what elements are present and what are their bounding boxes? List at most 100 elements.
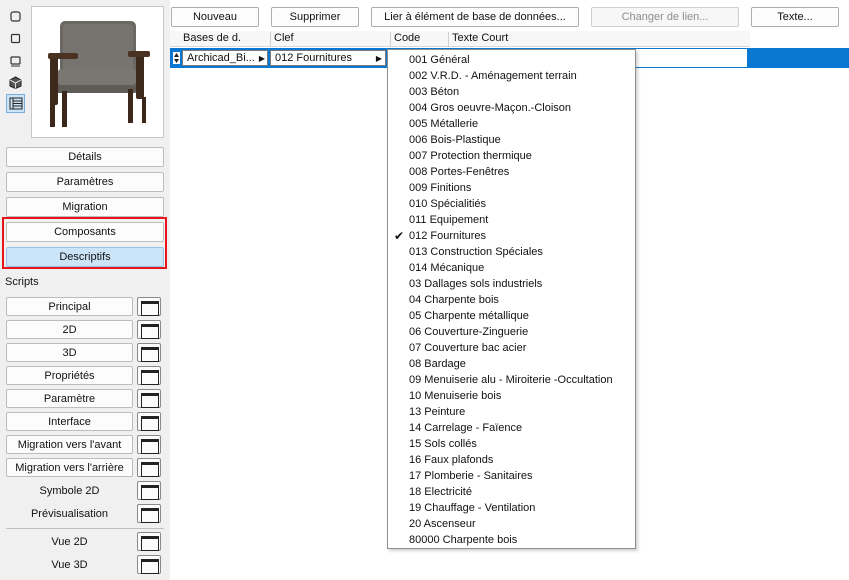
menu-item[interactable]: 007 Protection thermique [388, 148, 635, 164]
window-icon[interactable] [137, 343, 161, 362]
object-preview [31, 6, 164, 138]
column-header-short-text[interactable]: Texte Court [448, 32, 508, 47]
key-value: 012 Fournitures [275, 52, 353, 64]
menu-item[interactable]: 10 Menuiserie bois [388, 388, 635, 404]
script-2d-button[interactable]: 2D [6, 320, 133, 339]
menu-item-label: 003 Béton [409, 86, 460, 98]
change-link-button: Changer de lien... [591, 7, 739, 27]
database-value: Archicad_Bi... [187, 52, 255, 64]
menu-item[interactable]: 09 Menuiserie alu - Miroiterie -Occultat… [388, 372, 635, 388]
model-3d-icon[interactable] [6, 51, 25, 70]
scripts-label: Scripts [5, 276, 39, 288]
window-icon[interactable] [137, 366, 161, 385]
migration-button[interactable]: Migration [6, 197, 164, 217]
window-icon[interactable] [137, 504, 161, 523]
view-2d-label: Vue 2D [51, 535, 88, 548]
menu-item[interactable]: 03 Dallages sols industriels [388, 276, 635, 292]
column-header-code[interactable]: Code [390, 32, 420, 47]
chevron-right-icon: ▶ [258, 53, 265, 63]
window-icon[interactable] [137, 435, 161, 454]
menu-item[interactable]: 009 Finitions [388, 180, 635, 196]
menu-item-label: 007 Protection thermique [409, 150, 532, 162]
menu-item[interactable]: 15 Sols collés [388, 436, 635, 452]
menu-item[interactable]: 002 V.R.D. - Aménagement terrain [388, 68, 635, 84]
window-icon[interactable] [137, 481, 161, 500]
select-outline-icon[interactable] [6, 7, 25, 26]
menu-item[interactable]: 18 Electricité [388, 484, 635, 500]
menu-item[interactable]: 19 Chauffage - Ventilation [388, 500, 635, 516]
divider [6, 528, 164, 529]
column-header-key[interactable]: Clef [270, 32, 294, 47]
menu-item-label: 04 Charpente bois [409, 294, 499, 306]
menu-item[interactable]: 006 Bois-Plastique [388, 132, 635, 148]
menu-item[interactable]: 14 Carrelage - Faïence [388, 420, 635, 436]
menu-item[interactable]: 20 Ascenseur [388, 516, 635, 532]
menu-item-label: 13 Peinture [409, 406, 466, 418]
menu-item[interactable]: 04 Charpente bois [388, 292, 635, 308]
key-dropdown-menu: 001 Général 002 V.R.D. - Aménagement terr… [387, 49, 636, 549]
menu-item[interactable]: 008 Portes-Fenêtres [388, 164, 635, 180]
menu-item[interactable]: 013 Construction Spéciales [388, 244, 635, 260]
menu-item[interactable]: 07 Couverture bac acier [388, 340, 635, 356]
row-handle-icon[interactable] [173, 52, 180, 64]
script-parameter-button[interactable]: Paramètre [6, 389, 133, 408]
window-icon[interactable] [137, 532, 161, 551]
window-icon[interactable] [137, 297, 161, 316]
menu-item-label: 011 Equipement [409, 214, 489, 226]
window-icon[interactable] [137, 412, 161, 431]
delete-button[interactable]: Supprimer [271, 7, 359, 27]
menu-item-label: 004 Gros oeuvre-Maçon.-Cloison [409, 102, 572, 114]
menu-item[interactable]: 80000 Charpente bois [388, 532, 635, 548]
menu-item-label: 03 Dallages sols industriels [409, 278, 543, 290]
key-select[interactable]: 012 Fournitures ▶ [270, 50, 386, 66]
link-database-button[interactable]: Lier à élément de base de données... [371, 7, 579, 27]
window-icon[interactable] [137, 458, 161, 477]
parameters-button[interactable]: Paramètres [6, 172, 164, 192]
column-header-database[interactable]: Bases de d. [180, 32, 241, 47]
script-principal-button[interactable]: Principal [6, 297, 133, 316]
menu-item[interactable]: 05 Charpente métallique [388, 308, 635, 324]
menu-item-label: 014 Mécanique [409, 262, 485, 274]
checkmark-icon: ✔ [394, 229, 405, 243]
script-forward-migration-button[interactable]: Migration vers l'avant [6, 435, 133, 454]
left-panel: Détails Paramètres Migration Composants … [0, 0, 170, 580]
menu-item[interactable]: 003 Béton [388, 84, 635, 100]
highlight-box [2, 217, 167, 269]
window-icon[interactable] [137, 389, 161, 408]
database-select[interactable]: Archicad_Bi... ▶ [182, 50, 268, 66]
menu-item[interactable]: 06 Couverture-Zinguerie [388, 324, 635, 340]
menu-item[interactable]: 08 Bardage [388, 356, 635, 372]
details-button[interactable]: Détails [6, 147, 164, 167]
menu-item[interactable]: 005 Métallerie [388, 116, 635, 132]
menu-item[interactable]: 17 Plomberie - Sanitaires [388, 468, 635, 484]
menu-item[interactable]: ✔ 012 Fournitures [388, 228, 635, 244]
menu-item-label: 002 V.R.D. - Aménagement terrain [409, 70, 577, 82]
menu-item-label: 012 Fournitures [409, 230, 487, 242]
menu-item-label: 009 Finitions [409, 182, 472, 194]
script-backward-migration-button[interactable]: Migration vers l'arrière [6, 458, 133, 477]
menu-item-label: 06 Couverture-Zinguerie [409, 326, 529, 338]
select-square-icon[interactable] [6, 29, 25, 48]
menu-item-label: 16 Faux plafonds [409, 454, 494, 466]
menu-item[interactable]: 010 Spécialitiés [388, 196, 635, 212]
menu-item-label: 008 Portes-Fenêtres [409, 166, 510, 178]
menu-item[interactable]: 011 Equipement [388, 212, 635, 228]
armchair-icon [48, 21, 150, 127]
menu-item-label: 15 Sols collés [409, 438, 477, 450]
menu-item[interactable]: 16 Faux plafonds [388, 452, 635, 468]
script-properties-button[interactable]: Propriétés [6, 366, 133, 385]
cube-icon[interactable] [6, 73, 25, 92]
new-button[interactable]: Nouveau [171, 7, 259, 27]
menu-item[interactable]: 13 Peinture [388, 404, 635, 420]
text-button[interactable]: Texte... [751, 7, 839, 27]
menu-item-label: 18 Electricité [409, 486, 472, 498]
menu-item[interactable]: 014 Mécanique [388, 260, 635, 276]
menu-item[interactable]: 001 Général [388, 52, 635, 68]
list-view-icon[interactable] [6, 94, 25, 113]
script-3d-button[interactable]: 3D [6, 343, 133, 362]
script-interface-button[interactable]: Interface [6, 412, 133, 431]
menu-item-label: 20 Ascenseur [409, 518, 476, 530]
window-icon[interactable] [137, 555, 161, 574]
menu-item[interactable]: 004 Gros oeuvre-Maçon.-Cloison [388, 100, 635, 116]
window-icon[interactable] [137, 320, 161, 339]
